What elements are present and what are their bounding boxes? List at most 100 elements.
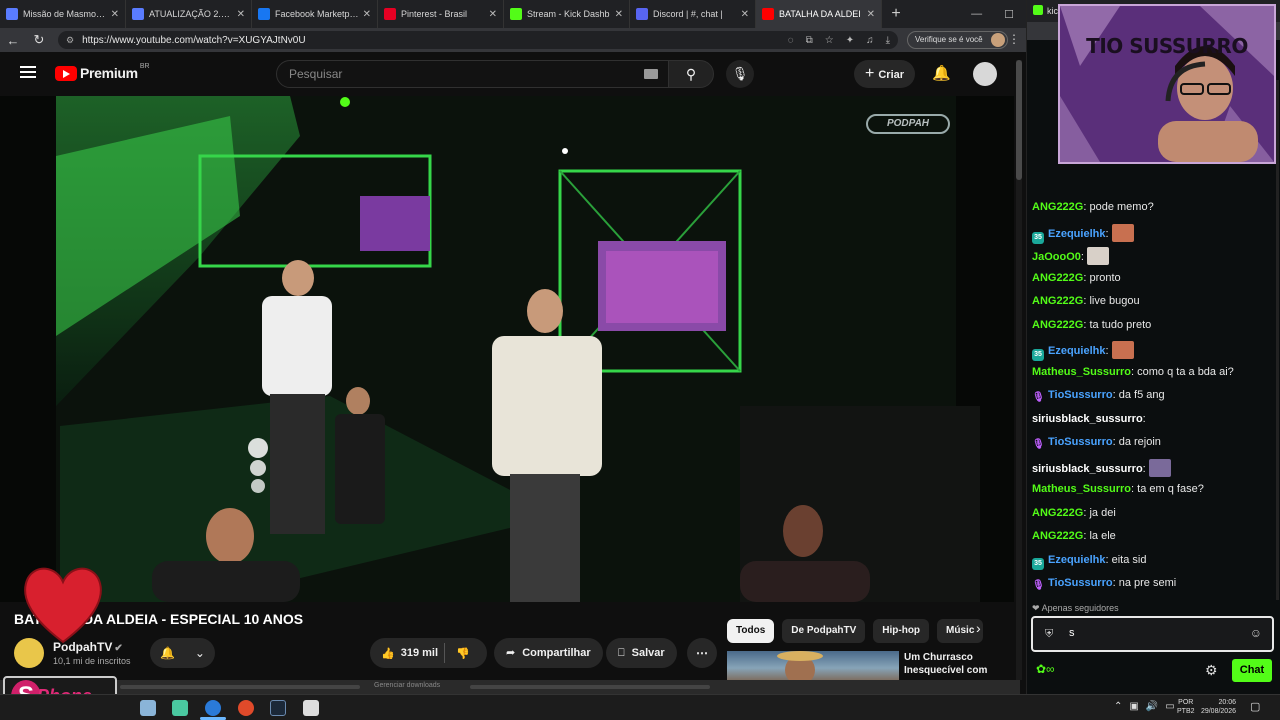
tab-close-icon[interactable]: ✕ [111, 9, 119, 20]
thumbnail-hat [777, 651, 823, 661]
browser-tab[interactable]: Facebook Marketplace | ✕ [252, 0, 378, 28]
tab-favicon-icon [6, 8, 18, 20]
search-placeholder: Pesquisar [289, 67, 343, 81]
browser-tab[interactable]: Pinterest - Brasil ✕ [378, 0, 504, 28]
edge-browser-icon[interactable] [205, 700, 221, 716]
language-indicator[interactable]: POR PTB2 [1177, 698, 1195, 716]
browser-tab[interactable]: BATALHA DA ALDEI ✕ [756, 0, 882, 28]
chat-scrollbar[interactable] [1276, 80, 1279, 600]
chat-username[interactable]: ANG222G [1032, 201, 1083, 213]
chat-username[interactable]: TioSussurro [1048, 436, 1113, 448]
chat-username[interactable]: JaOooO0 [1032, 251, 1081, 263]
account-avatar[interactable] [973, 62, 997, 86]
downloads-label[interactable]: Gerenciar downloads [374, 682, 440, 689]
browser-tab[interactable]: Missão de Masmorras R ✕ [0, 0, 126, 28]
send-chat-button[interactable]: Chat [1232, 659, 1272, 682]
url-input[interactable]: ⚙ https://www.youtube.com/watch?v=XUGYAJ… [58, 31, 898, 49]
browser-tab[interactable]: ATUALIZAÇÃO 2.0 [VERÃ ✕ [126, 0, 252, 28]
download-item[interactable] [120, 685, 360, 689]
chip-hip-hop[interactable]: Hip-hop [873, 619, 930, 643]
chevron-up-icon[interactable]: ⌃ [1114, 701, 1122, 712]
share-button[interactable]: ➦ Compartilhar [494, 638, 603, 668]
chat-username[interactable]: Matheus_Sussurro [1032, 366, 1131, 378]
youtube-logo[interactable]: Premium BR [55, 63, 150, 81]
bookmark-star-icon[interactable]: ☆ [825, 35, 834, 46]
download-icon[interactable]: ⤓ [886, 35, 890, 46]
chat-text: da rejoin [1118, 436, 1161, 448]
scrollbar-thumb[interactable] [1016, 60, 1022, 180]
more-actions-button[interactable]: ⋯ [687, 638, 717, 668]
emoji-icon[interactable]: ☺ [1250, 626, 1262, 640]
extensions-icon[interactable]: ✦ [846, 35, 854, 46]
chat-username[interactable]: ANG222G [1032, 295, 1083, 307]
reload-icon[interactable]: ↻ [26, 32, 52, 48]
subscription-bell-button[interactable]: 🔔 ⌄ [150, 638, 215, 668]
verify-profile-button[interactable]: Verifique se é você [907, 31, 1008, 49]
tab-close-icon[interactable]: ✕ [615, 9, 623, 20]
search-button[interactable]: ⚲ [668, 60, 714, 88]
voice-search-button[interactable]: 🎙 [726, 60, 754, 88]
site-info-icon[interactable]: ⚙ [66, 35, 74, 46]
tab-close-icon[interactable]: ✕ [489, 9, 497, 20]
chat-username[interactable]: siriusblack_sussurro [1032, 413, 1143, 425]
webcam-title: TIO SUSSURRO [1086, 34, 1248, 58]
app-icon-store[interactable] [172, 700, 188, 716]
chat-input[interactable]: ⛨ s ☺ [1031, 616, 1274, 652]
chat-username[interactable]: ANG222G [1032, 319, 1083, 331]
maximize-icon[interactable]: ☐ [1004, 8, 1014, 21]
dislike-button[interactable]: 👎 [445, 647, 470, 660]
tab-close-icon[interactable]: ✕ [363, 9, 371, 20]
tab-close-icon[interactable]: ✕ [237, 9, 245, 20]
create-button[interactable]: + Criar [854, 60, 916, 88]
chat-username[interactable]: TioSussurro [1048, 389, 1113, 401]
chat-username[interactable]: ANG222G [1032, 507, 1083, 519]
obs-icon[interactable] [238, 700, 254, 716]
chat-username[interactable]: siriusblack_sussurro [1032, 463, 1143, 475]
chat-username[interactable]: Ezequielhk [1048, 345, 1105, 357]
keyboard-icon[interactable] [644, 69, 658, 79]
kick-points-icon[interactable]: ✿∞ [1036, 662, 1055, 676]
tab-favicon-icon [384, 8, 396, 20]
chat-username[interactable]: Ezequielhk [1048, 228, 1105, 240]
chat-username[interactable]: ANG222G [1032, 530, 1083, 542]
menu-icon[interactable] [20, 66, 36, 78]
media-icon[interactable]: ♫ [866, 35, 874, 46]
notification-icon[interactable]: ▢ [1250, 700, 1260, 713]
chat-username[interactable]: TioSussurro [1048, 577, 1113, 589]
browser-tab[interactable]: Discord | #⁠, chat | ✕ [630, 0, 756, 28]
chat-username[interactable]: Ezequielhk [1048, 554, 1105, 566]
chevron-right-icon[interactable]: › [976, 620, 981, 636]
tab-close-icon[interactable]: ✕ [867, 9, 875, 20]
notifications-bell-icon[interactable]: 🔔 [932, 64, 951, 82]
tab-close-icon[interactable]: ✕ [741, 9, 749, 20]
volume-icon[interactable]: 🔊 [1146, 701, 1158, 712]
app-icon-generic[interactable] [303, 700, 319, 716]
eye-off-icon[interactable]: ◌ [788, 35, 794, 46]
page-scrollbar[interactable] [1016, 60, 1022, 680]
install-icon[interactable]: ⧉ [806, 35, 813, 46]
chip-all[interactable]: Todos [727, 619, 775, 643]
search-input[interactable]: Pesquisar [276, 60, 669, 88]
network-icon[interactable]: ▣ [1129, 701, 1138, 712]
chat-username[interactable]: ANG222G [1032, 272, 1083, 284]
browser-tab[interactable]: Stream - Kick Dashb ✕ [504, 0, 630, 28]
recommended-title[interactable]: Um Churrasco Inesquecível com [904, 651, 1014, 677]
shield-icon[interactable]: ⛨ [1045, 628, 1053, 641]
video-player[interactable]: PODPAH [0, 96, 1014, 602]
back-icon[interactable]: ← [0, 33, 26, 48]
battery-icon[interactable]: ▭ [1165, 701, 1174, 712]
steam-icon[interactable] [270, 700, 286, 716]
minimize-icon[interactable]: — [971, 8, 982, 21]
app-icon-cloud[interactable] [140, 700, 156, 716]
chip-from-channel[interactable]: De PodpahTV [782, 619, 866, 643]
chat-username[interactable]: Matheus_Sussurro [1032, 483, 1131, 495]
gear-icon[interactable]: ⚙ [1205, 662, 1218, 679]
download-item[interactable] [470, 685, 710, 689]
browser-menu-icon[interactable]: ⋮ [1008, 32, 1020, 46]
clock[interactable]: 20:06 29/08/2026 [1200, 698, 1236, 716]
chevron-down-icon: ⌄ [194, 646, 205, 660]
save-button[interactable]: ⎕ Salvar [606, 638, 677, 668]
like-button[interactable]: 👍 319 mil [370, 643, 446, 663]
chat-emote-icon [1111, 224, 1134, 242]
new-tab-button[interactable]: + [882, 5, 910, 23]
